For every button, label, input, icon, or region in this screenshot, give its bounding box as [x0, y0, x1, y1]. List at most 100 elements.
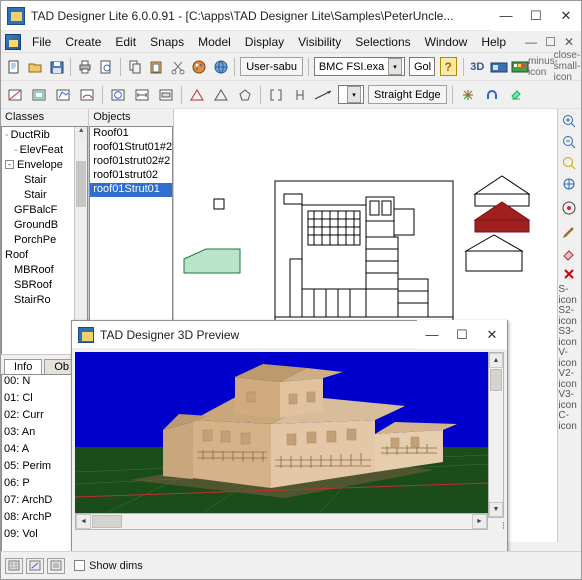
palette-icon[interactable] [189, 56, 208, 78]
user-button[interactable]: User-sabu [240, 57, 303, 76]
pan-icon[interactable] [558, 174, 580, 194]
measure-icon[interactable] [131, 84, 153, 106]
goal-combo[interactable]: Gol [408, 57, 435, 76]
list-item[interactable]: roof01strut02 [90, 169, 172, 183]
s2-icon[interactable]: S2-icon [558, 305, 580, 327]
zoom-in-icon[interactable] [558, 111, 580, 131]
line-icon[interactable] [4, 84, 26, 106]
list-item[interactable]: Roof01 [90, 127, 172, 141]
camera-icon[interactable] [489, 56, 508, 78]
three-d-icon[interactable]: 3D [468, 56, 487, 78]
s-icon[interactable]: S-icon [558, 284, 580, 306]
preview-scroll-right-icon[interactable]: ► [472, 514, 487, 529]
help-button[interactable]: ? [439, 57, 457, 76]
bracket2-icon[interactable] [289, 84, 311, 106]
preview-close-button[interactable]: ✕ [477, 319, 507, 350]
style-combo[interactable]: BMC FSI.exa ▾ [313, 57, 405, 76]
save-disk-icon[interactable] [47, 56, 66, 78]
wall-icon[interactable] [155, 84, 177, 106]
mdi-restore-button[interactable]: ☐ [541, 35, 560, 49]
pencil-icon[interactable] [558, 222, 580, 242]
print-icon[interactable] [75, 56, 94, 78]
menu-selections[interactable]: Selections [348, 33, 417, 51]
list-item[interactable]: roof01strut02#2 [90, 155, 172, 169]
magnet-icon[interactable] [481, 84, 503, 106]
grid-toggle-icon[interactable] [5, 557, 23, 574]
chevron-down-icon-2[interactable]: ▾ [347, 86, 361, 103]
layer-toggle-icon[interactable] [47, 557, 65, 574]
minus-icon[interactable]: minus-icon [528, 56, 558, 78]
maximize-button[interactable]: ☐ [521, 1, 551, 31]
list-item[interactable]: roof01Strut01#2 [90, 141, 172, 155]
preview-scroll-thumb-h[interactable] [92, 515, 122, 528]
tree-expander[interactable]: - [5, 160, 14, 169]
close-button[interactable]: ✕ [551, 1, 581, 31]
preview-scroll-up-icon[interactable]: ▲ [489, 353, 503, 368]
straight-edge-button[interactable]: Straight Edge [368, 85, 447, 104]
zoom-out-icon[interactable] [558, 132, 580, 152]
bracket-icon[interactable] [265, 84, 287, 106]
preview-maximize-button[interactable]: ☐ [447, 319, 477, 350]
list-item-selected[interactable]: roof01Strut01 [90, 183, 173, 197]
preview-vertical-scrollbar[interactable]: ▲ ▼ [488, 352, 504, 518]
preview-scroll-down-icon[interactable]: ▼ [489, 502, 503, 517]
scroll-thumb[interactable] [76, 161, 87, 207]
menu-create[interactable]: Create [58, 33, 108, 51]
menu-display[interactable]: Display [238, 33, 291, 51]
snap-icon[interactable] [457, 84, 479, 106]
menu-edit[interactable]: Edit [108, 33, 143, 51]
c-icon[interactable]: C-icon [558, 410, 580, 432]
linestyle-combo[interactable]: ▾ [338, 85, 364, 104]
menu-snaps[interactable]: Snaps [143, 33, 191, 51]
print-preview-icon[interactable] [97, 56, 116, 78]
preview-minimize-button[interactable]: — [417, 319, 447, 350]
preview-body: ▲ ▼ ◄ ► ⁝ [72, 349, 507, 534]
copy-icon[interactable] [125, 56, 144, 78]
show-dims-checkbox[interactable] [74, 560, 85, 571]
rect-icon[interactable] [28, 84, 50, 106]
menu-help[interactable]: Help [474, 33, 513, 51]
resize-grip-icon[interactable]: ⁝ [502, 521, 505, 532]
arc-icon[interactable] [76, 84, 98, 106]
v3-icon[interactable]: V3-icon [558, 389, 580, 411]
scroll-up-icon[interactable]: ▲ [75, 127, 88, 140]
pent-icon[interactable] [234, 84, 256, 106]
tree-label: Stair [24, 173, 47, 186]
preview-app-icon [78, 326, 94, 343]
target-icon[interactable] [558, 195, 580, 221]
close-small-icon[interactable]: close-small-icon [554, 50, 581, 83]
snap-toggle-icon[interactable] [26, 557, 44, 574]
toolbar-separator-2 [120, 57, 122, 76]
arrow-icon[interactable] [313, 84, 335, 106]
v-icon[interactable]: V-icon [558, 347, 580, 369]
tree-dash: - [14, 143, 18, 156]
paint-icon[interactable] [505, 84, 527, 106]
menu-model[interactable]: Model [191, 33, 238, 51]
zoom-fit-icon[interactable] [558, 153, 580, 173]
cut-icon[interactable] [168, 56, 187, 78]
triangle-icon[interactable] [210, 84, 232, 106]
globe-icon[interactable] [211, 56, 230, 78]
v2-icon[interactable]: V2-icon [558, 368, 580, 390]
menu-file[interactable]: File [25, 33, 58, 51]
minimize-button[interactable]: — [491, 1, 521, 31]
delete-red-icon[interactable] [558, 264, 580, 284]
preview-horizontal-scrollbar[interactable]: ◄ ► [75, 513, 488, 530]
preview-scroll-left-icon[interactable]: ◄ [76, 514, 91, 529]
chevron-down-icon[interactable]: ▾ [387, 58, 402, 75]
mdi-minimize-button[interactable]: — [521, 35, 541, 49]
open-folder-icon[interactable] [25, 56, 44, 78]
preview-scroll-thumb[interactable] [490, 369, 502, 391]
s3-icon[interactable]: S3-icon [558, 326, 580, 348]
tab-info[interactable]: Info [4, 359, 43, 374]
warning-icon[interactable] [186, 84, 208, 106]
poly-icon[interactable] [52, 84, 74, 106]
mdi-close-button[interactable]: ✕ [560, 35, 578, 49]
three-d-viewport[interactable] [75, 352, 488, 518]
new-document-icon[interactable] [4, 56, 23, 78]
paste-icon[interactable] [147, 56, 166, 78]
circle-icon[interactable] [107, 84, 129, 106]
menu-window[interactable]: Window [418, 33, 475, 51]
menu-visibility[interactable]: Visibility [291, 33, 348, 51]
eraser-icon[interactable] [558, 243, 580, 263]
